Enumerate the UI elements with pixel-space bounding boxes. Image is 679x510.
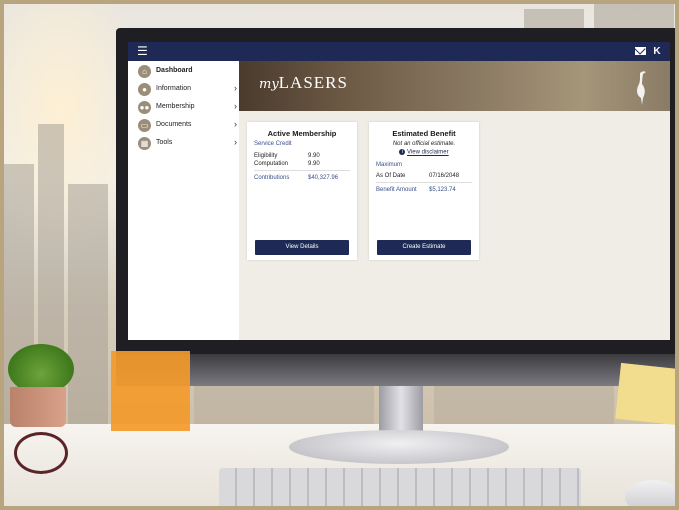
chevron-right-icon: › bbox=[234, 101, 237, 111]
background-building bbox=[68, 184, 108, 424]
sidebar: ⌂ Dashboard ● Information › ●● Membershi… bbox=[128, 61, 239, 340]
eligibility-label: Eligibility bbox=[254, 153, 278, 159]
yellow-sticky-note bbox=[615, 362, 675, 426]
group-icon: ●● bbox=[138, 101, 151, 114]
active-membership-card: Active Membership Service Credit Eligibi… bbox=[247, 122, 357, 260]
background-building bbox=[594, 4, 674, 28]
sidebar-item-information[interactable]: ● Information › bbox=[128, 81, 239, 99]
estimated-benefit-card: Estimated Benefit Not an official estima… bbox=[369, 122, 479, 260]
contributions-label: Contributions bbox=[254, 175, 290, 181]
calculator-icon: ▦ bbox=[138, 137, 151, 150]
as-of-date-label: As Of Date bbox=[376, 173, 406, 179]
person-icon: ● bbox=[138, 83, 151, 96]
egret-image bbox=[637, 71, 646, 105]
mouse bbox=[625, 480, 675, 506]
disclaimer-row: i View disclaimer bbox=[369, 149, 479, 156]
service-credit-label: Service Credit bbox=[254, 141, 292, 147]
eyeglasses bbox=[14, 432, 68, 474]
background-building bbox=[194, 384, 374, 426]
view-disclaimer-link[interactable]: View disclaimer bbox=[407, 150, 449, 156]
sidebar-item-label: Membership bbox=[156, 103, 195, 110]
maximum-label: Maximum bbox=[376, 162, 403, 168]
sidebar-item-label: Tools bbox=[156, 139, 173, 146]
divider bbox=[376, 182, 472, 183]
monitor-stand-base bbox=[289, 430, 509, 464]
background-building bbox=[524, 9, 584, 29]
sidebar-item-documents[interactable]: ▭ Documents › bbox=[128, 117, 239, 135]
monitor-stand bbox=[379, 386, 423, 434]
computation-label: Computation bbox=[254, 161, 289, 167]
envelope-icon[interactable] bbox=[635, 47, 646, 55]
hero-banner: myLASERS bbox=[239, 61, 670, 111]
create-estimate-button[interactable]: Create Estimate bbox=[377, 240, 471, 255]
divider bbox=[254, 170, 350, 171]
contributions-value: $40,327.96 bbox=[308, 175, 339, 181]
benefit-amount-label: Benefit Amount bbox=[376, 187, 417, 193]
chevron-right-icon: › bbox=[234, 119, 237, 129]
photo-frame: ☰ K ⌂ Dashboard ● Information › ●● Membe… bbox=[0, 0, 679, 510]
document-icon: ▭ bbox=[138, 119, 151, 132]
plant-pot bbox=[10, 387, 66, 427]
top-bar: ☰ K bbox=[128, 42, 670, 61]
keyboard bbox=[219, 468, 581, 506]
sidebar-item-label: Documents bbox=[156, 121, 192, 128]
card-title: Active Membership bbox=[267, 129, 337, 138]
as-of-date-value: 07/16/2048 bbox=[429, 173, 460, 179]
orange-sticky-note bbox=[111, 351, 190, 431]
background-building bbox=[434, 384, 614, 426]
benefit-amount-value: $5,123.74 bbox=[429, 187, 456, 193]
home-icon: ⌂ bbox=[138, 65, 151, 78]
user-avatar[interactable]: K bbox=[650, 45, 664, 58]
view-details-button[interactable]: View Details bbox=[255, 240, 349, 255]
eligibility-value: 9.90 bbox=[308, 153, 320, 159]
chevron-right-icon: › bbox=[234, 83, 237, 93]
hamburger-icon[interactable]: ☰ bbox=[137, 45, 148, 58]
sidebar-item-tools[interactable]: ▦ Tools › bbox=[128, 135, 239, 153]
card-title: Estimated Benefit bbox=[392, 129, 456, 138]
sidebar-item-dashboard[interactable]: ⌂ Dashboard bbox=[128, 63, 239, 81]
computation-value: 9.90 bbox=[308, 161, 320, 167]
brand-prefix: my bbox=[259, 77, 279, 92]
info-icon: i bbox=[399, 149, 406, 155]
monitor-chin bbox=[116, 354, 675, 386]
chevron-right-icon: › bbox=[234, 137, 237, 147]
sidebar-item-label: Dashboard bbox=[156, 67, 193, 74]
estimate-note: Not an official estimate. bbox=[392, 141, 456, 147]
brand-logo: myLASERS bbox=[259, 73, 348, 93]
sidebar-item-membership[interactable]: ●● Membership › bbox=[128, 99, 239, 117]
sidebar-item-label: Information bbox=[156, 85, 192, 92]
brand-name: LASERS bbox=[278, 73, 348, 92]
app-screen: ☰ K ⌂ Dashboard ● Information › ●● Membe… bbox=[128, 42, 670, 340]
